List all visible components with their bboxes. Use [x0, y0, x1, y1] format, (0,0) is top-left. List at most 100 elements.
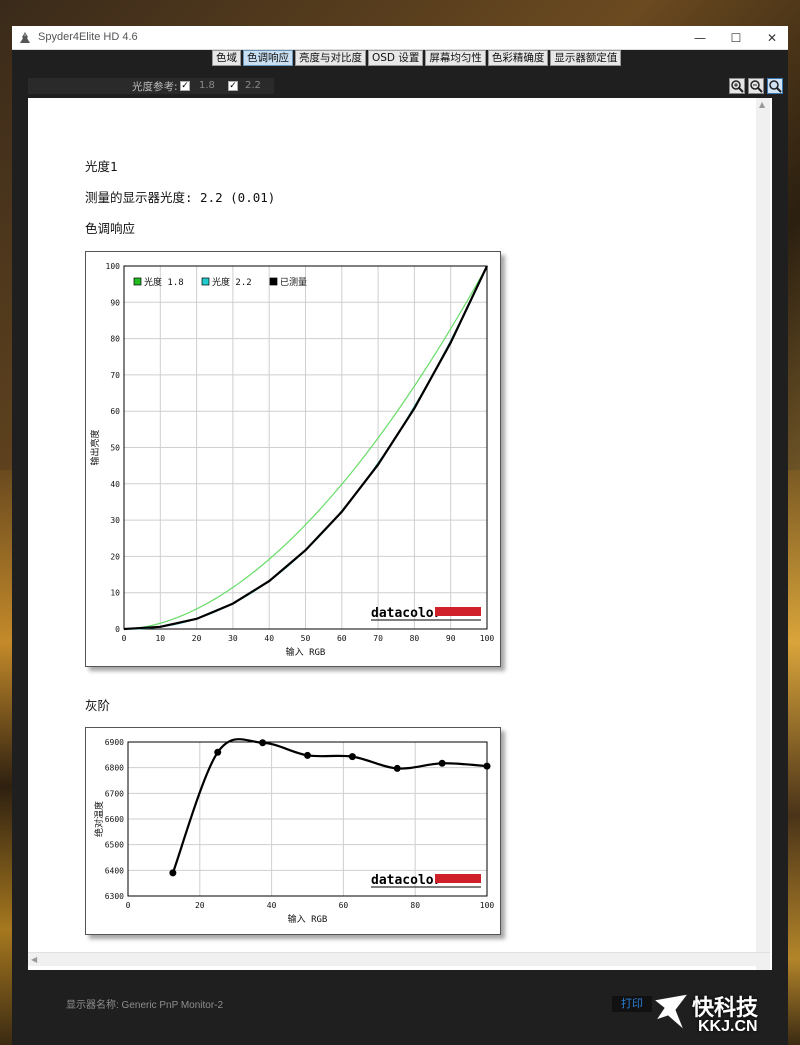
maximize-button[interactable]: ☐ [718, 26, 754, 50]
data-point [483, 762, 491, 770]
vertical-scrollbar[interactable]: ▲ ▼ [756, 98, 770, 970]
x-tick-label: 20 [192, 634, 202, 643]
kkj-watermark-logo: 快科技 KKJ.CN [652, 990, 782, 1040]
scroll-up-arrow[interactable]: ▲ [759, 100, 765, 109]
gamma-reference-label: 光度参考: [132, 81, 178, 93]
watermark-text-en: KKJ.CN [698, 1018, 758, 1035]
monitor-name-text: 显示器名称: Generic PnP Monitor-2 [66, 1000, 224, 1011]
legend-label: 光度 1.8 [144, 276, 184, 288]
y-tick-label: 100 [106, 262, 121, 271]
x-tick-label: 40 [264, 634, 274, 643]
title-bar[interactable]: Spyder4Elite HD 4.6 — ☐ ✕ [12, 26, 788, 50]
tone-response-plot: 0 10 20 30 40 50 60 70 80 90 100 0 10 20 30 40 50 60 70 80 9… [89, 262, 495, 658]
y-tick-label: 6300 [105, 892, 124, 901]
x-tick-label: 0 [122, 634, 127, 643]
grayscale-title: 灰阶 [85, 698, 111, 713]
datacolor-logo-text: datacolor [371, 606, 442, 621]
tone-response-chart: 0 10 20 30 40 50 60 70 80 90 100 0 10 20 30 40 50 60 70 80 9… [85, 251, 501, 667]
grayscale-chart: 0 20 40 60 80 100 6300 6400 6500 6600 6700 6800 6900… [85, 727, 501, 935]
y-tick-label: 6700 [105, 789, 124, 798]
y-tick-label: 0 [115, 625, 120, 634]
tab-screen-uniformity[interactable]: 屏幕均匀性 [425, 50, 486, 66]
tab-osd-settings[interactable]: OSD 设置 [368, 50, 424, 66]
x-axis-label: 输入 RGB [288, 913, 328, 925]
y-tick-label: 6800 [105, 764, 124, 773]
x-tick-label: 70 [373, 634, 383, 643]
data-point [393, 764, 401, 772]
tab-tone-response[interactable]: 色调响应 [243, 50, 293, 66]
app-window: Spyder4Elite HD 4.6 — ☐ ✕ 色域 色调响应 亮度与对比度… [12, 26, 788, 1045]
x-tick-label: 90 [446, 634, 456, 643]
y-tick-label: 60 [110, 407, 120, 416]
close-button[interactable]: ✕ [754, 26, 790, 50]
scroll-left-arrow[interactable]: ◀ [31, 955, 37, 964]
horizontal-scrollbar[interactable]: ◀ [28, 952, 770, 966]
legend-swatch [133, 277, 142, 286]
x-tick-label: 100 [480, 901, 495, 910]
zoom-in-icon [731, 80, 744, 93]
data-point [214, 748, 222, 756]
y-tick-label: 6400 [105, 866, 124, 875]
x-axis-label: 输入 RGB [286, 646, 326, 658]
wallpaper-right-strip [786, 470, 800, 1045]
y-tick-label: 6500 [105, 841, 124, 850]
x-tick-label: 40 [267, 901, 277, 910]
y-tick-label: 70 [110, 371, 120, 380]
legend-label: 已测量 [280, 277, 307, 288]
y-tick-label: 6900 [105, 738, 124, 747]
toolbar: 光度参考: ✓ 1.8 ✓ 2.2 [28, 76, 783, 98]
gamma-2-2-checkbox[interactable]: ✓ [228, 81, 238, 91]
y-tick-label: 6600 [105, 815, 124, 824]
tab-gamut[interactable]: 色域 [212, 50, 241, 66]
gamma-1-8-checkbox[interactable]: ✓ [180, 81, 190, 91]
data-point [348, 753, 356, 761]
data-point [304, 751, 311, 759]
x-tick-label: 100 [480, 634, 495, 643]
y-tick-label: 10 [110, 589, 120, 598]
grayscale-plot: 0 20 40 60 80 100 6300 6400 6500 6600 6700 6800 6900… [93, 738, 495, 925]
gamma-section-title: 光度1 [85, 159, 118, 174]
datacolor-logo-bar [435, 607, 481, 616]
y-axis-label: 输出亮度 [89, 429, 101, 465]
tab-monitor-rating[interactable]: 显示器额定值 [550, 50, 622, 66]
zoom-in-button[interactable] [729, 78, 745, 94]
y-tick-label: 50 [110, 444, 120, 453]
x-tick-label: 60 [339, 901, 349, 910]
x-tick-label: 60 [337, 634, 347, 643]
y-tick-label: 80 [110, 335, 120, 344]
gamma-1-8-label: 1.8 [199, 80, 215, 91]
y-tick-label: 30 [110, 516, 120, 525]
print-button[interactable]: 打印 [612, 996, 652, 1012]
legend-label: 光度 2.2 [212, 276, 252, 288]
y-axis-label: 绝对温度 [93, 801, 105, 837]
y-tick-label: 20 [110, 552, 120, 561]
zoom-out-icon [750, 80, 763, 93]
zoom-out-button[interactable] [748, 78, 764, 94]
legend-swatch [201, 277, 210, 286]
window-title: Spyder4Elite HD 4.6 [38, 31, 138, 43]
report-page[interactable]: 光度1 测量的显示器光度: 2.2 (0.01) 色调响应 0 10 20 30 40 5… [28, 98, 772, 970]
spyder-app-icon [20, 32, 30, 43]
x-tick-label: 50 [301, 634, 311, 643]
tab-brightness-contrast[interactable]: 亮度与对比度 [295, 50, 366, 66]
watermark-bird-icon [652, 993, 690, 1031]
data-point [438, 759, 446, 767]
x-tick-label: 0 [126, 901, 131, 910]
series-line [171, 738, 488, 874]
x-tick-label: 30 [228, 634, 238, 643]
data-point [259, 739, 267, 747]
y-tick-label: 90 [110, 298, 120, 307]
tone-response-title: 色调响应 [85, 221, 136, 236]
datacolor-logo-bar [435, 874, 481, 883]
data-point [169, 869, 177, 877]
report-tabs: 色域 色调响应 亮度与对比度 OSD 设置 屏幕均匀性 色彩精确度 显示器额定值 [212, 50, 622, 66]
minimize-button[interactable]: — [682, 26, 718, 50]
x-tick-label: 80 [410, 901, 420, 910]
legend-swatch [269, 277, 278, 286]
x-tick-label: 10 [155, 634, 165, 643]
zoom-fit-button[interactable] [767, 78, 783, 94]
gamma-2-2-label: 2.2 [245, 80, 261, 91]
y-tick-label: 40 [110, 480, 120, 489]
tab-color-accuracy[interactable]: 色彩精确度 [487, 50, 549, 66]
x-tick-label: 20 [195, 901, 205, 910]
